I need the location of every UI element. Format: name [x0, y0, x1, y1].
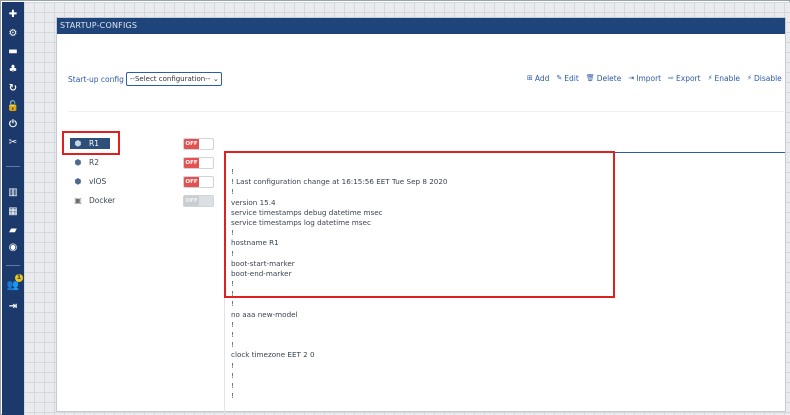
export-icon: ⇨ — [668, 74, 675, 82]
add-label: Add — [534, 73, 550, 83]
device-toggle[interactable]: OFF — [183, 138, 214, 150]
device-toggle[interactable]: OFF — [183, 176, 214, 188]
lock-icon[interactable]: 🔓 — [2, 100, 24, 114]
router-icon: ⬢ — [74, 177, 82, 186]
device-item-r2[interactable]: ⬢ R2 OFF — [68, 156, 218, 170]
toolbar: ⊞ Add ✎ Edit 🗑 Delete ⇥ Import ⇨ Export ⚡ Enab… — [527, 72, 782, 84]
window-title: STARTUP-CONFIGS — [57, 18, 785, 34]
add-button[interactable]: ⊞ Add — [527, 74, 549, 83]
device-item-docker[interactable]: ▣ Docker OFF — [68, 194, 218, 208]
sidebar-divider — [6, 265, 20, 266]
edit-icon: ✎ — [556, 74, 563, 82]
router-icon: ⬢ — [74, 158, 82, 167]
config-line: ! — [231, 370, 234, 380]
device-name: R2 — [89, 158, 99, 167]
device-item-vios[interactable]: ⬢ vIOS OFF — [68, 175, 218, 189]
notification-badge: 1 — [15, 274, 23, 282]
toggle-state: OFF — [184, 196, 199, 206]
map-icon[interactable]: ▦ — [2, 205, 24, 219]
config-line: ! — [231, 340, 234, 350]
server-icon[interactable]: ▬ — [2, 45, 24, 59]
book-icon[interactable]: ▰ — [2, 224, 24, 238]
sidebar-divider — [6, 166, 20, 167]
enable-button[interactable]: ⚡ Enable — [708, 74, 740, 83]
config-line: no aaa new-model — [231, 309, 298, 319]
disable-button[interactable]: ⚡ Disable — [747, 74, 782, 83]
import-icon: ⇥ — [628, 74, 635, 82]
config-line: clock timezone EET 2 0 — [231, 350, 315, 360]
config-line: ! — [231, 299, 234, 309]
import-label: Import — [636, 73, 662, 83]
application-frame: ✚ ⚙ ▬ ♣ ↻ 🔓 ⏻ ✂ ▥ ▦ ▰ ◉ 👥 1 ⇥ STARTUP-CO… — [0, 0, 790, 415]
cogs-icon[interactable]: ⚙ — [2, 27, 24, 41]
startup-configs-window: STARTUP-CONFIGS Start-up config --Select… — [56, 17, 786, 413]
device-toggle[interactable]: OFF — [183, 157, 214, 169]
section-divider — [68, 111, 784, 112]
bolt-icon: ⚡ — [747, 74, 752, 82]
disable-label: Disable — [753, 73, 782, 83]
enable-label: Enable — [714, 73, 741, 83]
config-selector-label: Start-up config — [68, 74, 124, 84]
config-line: ! — [231, 360, 234, 370]
import-button[interactable]: ⇥ Import — [628, 74, 661, 83]
tools-icon[interactable]: ✂ — [2, 136, 24, 150]
logout-icon[interactable]: ⇥ — [2, 300, 24, 314]
edit-label: Edit — [564, 73, 579, 83]
device-name: vIOS — [89, 177, 107, 186]
toggle-state: OFF — [184, 177, 199, 187]
export-button[interactable]: ⇨ Export — [668, 74, 700, 83]
add-icon: ⊞ — [527, 74, 533, 82]
sidebar: ✚ ⚙ ▬ ♣ ↻ 🔓 ⏻ ✂ ▥ ▦ ▰ ◉ 👥 1 ⇥ — [2, 2, 24, 415]
bolt-icon: ⚡ — [707, 74, 713, 82]
config-select-value: --Select configuration-- — [129, 75, 211, 83]
chart-icon[interactable]: ▥ — [2, 186, 24, 200]
power-icon[interactable]: ⏻ — [2, 118, 24, 132]
config-line: ! — [231, 330, 234, 339]
highlight-box — [62, 131, 120, 155]
config-line: ! — [231, 391, 234, 401]
export-label: Export — [676, 73, 701, 83]
add-icon[interactable]: ✚ — [2, 8, 24, 22]
delete-label: Delete — [596, 73, 622, 83]
toggle-state: OFF — [184, 158, 199, 168]
toggle-state: OFF — [184, 139, 199, 149]
config-line: ! — [231, 380, 234, 390]
highlight-box — [224, 151, 615, 298]
toggle-icon[interactable]: ◉ — [2, 241, 24, 255]
docker-icon: ▣ — [74, 196, 82, 205]
refresh-icon[interactable]: ↻ — [2, 82, 24, 96]
config-select[interactable]: --Select configuration-- ⌄ — [125, 72, 222, 86]
cluster-icon[interactable]: ♣ — [2, 63, 24, 77]
trash-icon: 🗑 — [585, 74, 595, 82]
chevron-down-icon: ⌄ — [213, 75, 219, 83]
device-toggle[interactable]: OFF — [183, 195, 214, 207]
config-selector-row: Start-up config --Select configuration--… — [68, 71, 222, 87]
delete-button[interactable]: 🗑 Delete — [586, 74, 622, 83]
device-name: Docker — [89, 196, 116, 205]
config-line: ! — [231, 319, 234, 329]
edit-button[interactable]: ✎ Edit — [556, 74, 578, 83]
